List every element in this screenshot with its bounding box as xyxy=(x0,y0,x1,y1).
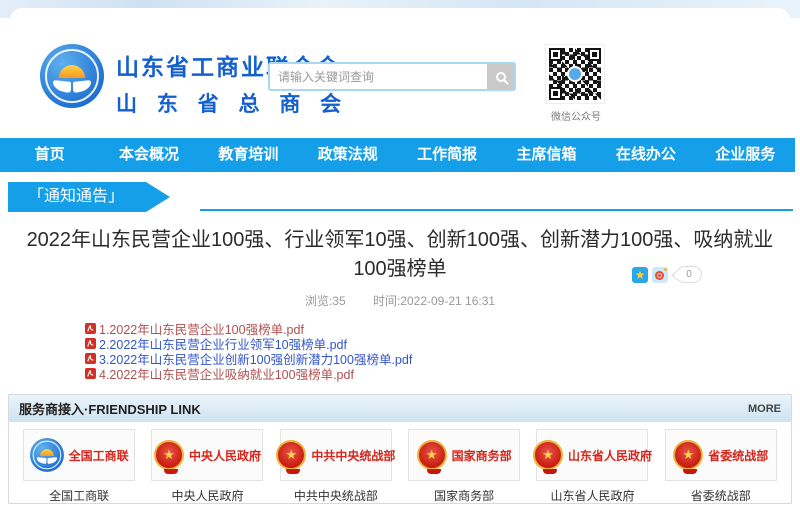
more-link[interactable]: MORE xyxy=(748,403,781,415)
qzone-share-icon[interactable]: ★ xyxy=(632,267,648,283)
nav-item-enterprise-service[interactable]: 企业服务 xyxy=(696,138,795,172)
pdf-file-icon xyxy=(85,323,96,334)
federation-logo-icon xyxy=(40,44,104,108)
section-divider-line xyxy=(200,209,793,211)
nav-item-online-office[interactable]: 在线办公 xyxy=(596,138,695,172)
friend-link-central-gov: ★ 中央人民政府 中央人民政府 xyxy=(143,429,271,504)
search-box xyxy=(268,62,516,91)
friend-caption: 中共中央统战部 xyxy=(294,487,378,504)
friend-link-shandong-gov: ★ 山东省人民政府 山东省人民政府 xyxy=(528,429,656,504)
attachment-list: 1.2022年山东民营企业100强榜单.pdf 2.2022年山东民营企业行业领… xyxy=(85,321,800,381)
section-banner-row: 「通知通告」 xyxy=(0,182,800,212)
search-icon xyxy=(496,72,506,82)
friend-link-acfic: 全国工商联 全国工商联 xyxy=(15,429,143,504)
pdf-file-icon xyxy=(85,353,96,364)
qr-center-logo-icon xyxy=(567,66,583,82)
friend-logo-text: 国家商务部 xyxy=(452,447,512,464)
friend-caption: 省委统战部 xyxy=(691,487,751,504)
logo-sun-shape xyxy=(59,65,85,78)
friend-link-card[interactable]: 全国工商联 xyxy=(23,429,135,481)
qr-finder-icon xyxy=(549,48,562,61)
wechat-qr-block: 微信公众号 xyxy=(545,44,607,123)
pdf-file-icon xyxy=(85,338,96,349)
article-meta: 浏览:35 时间:2022-09-21 16:31 xyxy=(0,292,800,309)
national-emblem-icon: ★ xyxy=(417,440,447,470)
national-emblem-icon: ★ xyxy=(276,440,306,470)
friend-logo-text: 中共中央统战部 xyxy=(311,447,395,464)
search-input[interactable] xyxy=(270,64,487,89)
qr-label: 微信公众号 xyxy=(545,108,607,123)
views-count: 浏览:35 xyxy=(305,294,346,308)
nav-item-about[interactable]: 本会概况 xyxy=(99,138,198,172)
pdf-attachment-link[interactable]: 4.2022年山东民营企业吸纳就业100强榜单.pdf xyxy=(99,364,354,383)
publish-time: 时间:2022-09-21 16:31 xyxy=(373,294,495,308)
friend-link-card[interactable]: ★ 中共中央统战部 xyxy=(280,429,392,481)
friendship-link-section: 服务商接入·FRIENDSHIP LINK MORE 全国工商联 全国工商联 ★… xyxy=(8,394,792,504)
article-section: 「通知通告」 2022年山东民营企业100强、行业领军10强、创新100强、创新… xyxy=(0,172,800,381)
search-button[interactable] xyxy=(487,64,514,89)
weibo-share-icon[interactable] xyxy=(652,267,668,283)
friend-caption: 中央人民政府 xyxy=(171,487,243,504)
friend-logo-text: 省委统战部 xyxy=(708,447,768,464)
notice-section-banner: 「通知通告」 xyxy=(8,182,170,212)
friend-link-mofcom: ★ 国家商务部 国家商务部 xyxy=(400,429,528,504)
page: 山东省工商业联合会 山 东 省 总 商 会 微信公众号 首页 本会概况 教育培训… xyxy=(0,0,800,515)
logo-book-shape xyxy=(53,81,91,94)
list-item: 4.2022年山东民营企业吸纳就业100强榜单.pdf xyxy=(85,366,800,381)
national-emblem-icon: ★ xyxy=(533,440,563,470)
friend-caption: 山东省人民政府 xyxy=(550,487,634,504)
friend-link-card[interactable]: ★ 山东省人民政府 xyxy=(536,429,648,481)
friend-link-ufwd: ★ 中共中央统战部 中共中央统战部 xyxy=(272,429,400,504)
friend-caption: 全国工商联 xyxy=(49,487,109,504)
nav-item-education[interactable]: 教育培训 xyxy=(199,138,298,172)
site-header: 山东省工商业联合会 山 东 省 总 商 会 微信公众号 xyxy=(10,8,790,138)
article-title-wrap: 2022年山东民营企业100强、行业领军10强、创新100强、创新潜力100强、… xyxy=(10,226,790,284)
site-logo xyxy=(40,44,106,110)
friend-logo-text: 山东省人民政府 xyxy=(568,447,652,464)
qr-finder-icon xyxy=(588,48,601,61)
weibo-eye-icon xyxy=(655,271,664,280)
main-nav: 首页 本会概况 教育培训 政策法规 工作简报 主席信箱 在线办公 企业服务 xyxy=(0,138,795,172)
friend-logo-text: 全国工商联 xyxy=(69,447,129,464)
weibo-spark-icon xyxy=(664,268,667,271)
friendship-header: 服务商接入·FRIENDSHIP LINK MORE xyxy=(9,395,791,422)
nav-item-chairman-mailbox[interactable]: 主席信箱 xyxy=(497,138,596,172)
friend-link-provincial-ufwd: ★ 省委统战部 省委统战部 xyxy=(657,429,785,504)
nav-item-home[interactable]: 首页 xyxy=(0,138,99,172)
pdf-file-icon xyxy=(85,368,96,379)
national-emblem-icon: ★ xyxy=(673,440,703,470)
comment-count-bubble[interactable]: 0 xyxy=(676,266,702,283)
friendship-title: 服务商接入·FRIENDSHIP LINK xyxy=(19,399,201,418)
org-name-line2: 山 东 省 总 商 会 xyxy=(116,88,348,118)
share-row: ★ 0 xyxy=(632,266,702,283)
national-emblem-icon: ★ xyxy=(154,440,184,470)
friend-link-card[interactable]: ★ 中央人民政府 xyxy=(151,429,263,481)
qr-finder-icon xyxy=(549,87,562,100)
friendship-row: 全国工商联 全国工商联 ★ 中央人民政府 中央人民政府 ★ 中共中央统战部 中共… xyxy=(9,422,791,504)
friend-logo-text: 中央人民政府 xyxy=(189,447,261,464)
friend-caption: 国家商务部 xyxy=(434,487,494,504)
friend-link-card[interactable]: ★ 国家商务部 xyxy=(408,429,520,481)
qr-code-image xyxy=(545,44,605,104)
acfic-logo-icon xyxy=(30,438,64,472)
nav-item-bulletin[interactable]: 工作简报 xyxy=(398,138,497,172)
nav-item-policy[interactable]: 政策法规 xyxy=(298,138,397,172)
friend-link-card[interactable]: ★ 省委统战部 xyxy=(665,429,777,481)
